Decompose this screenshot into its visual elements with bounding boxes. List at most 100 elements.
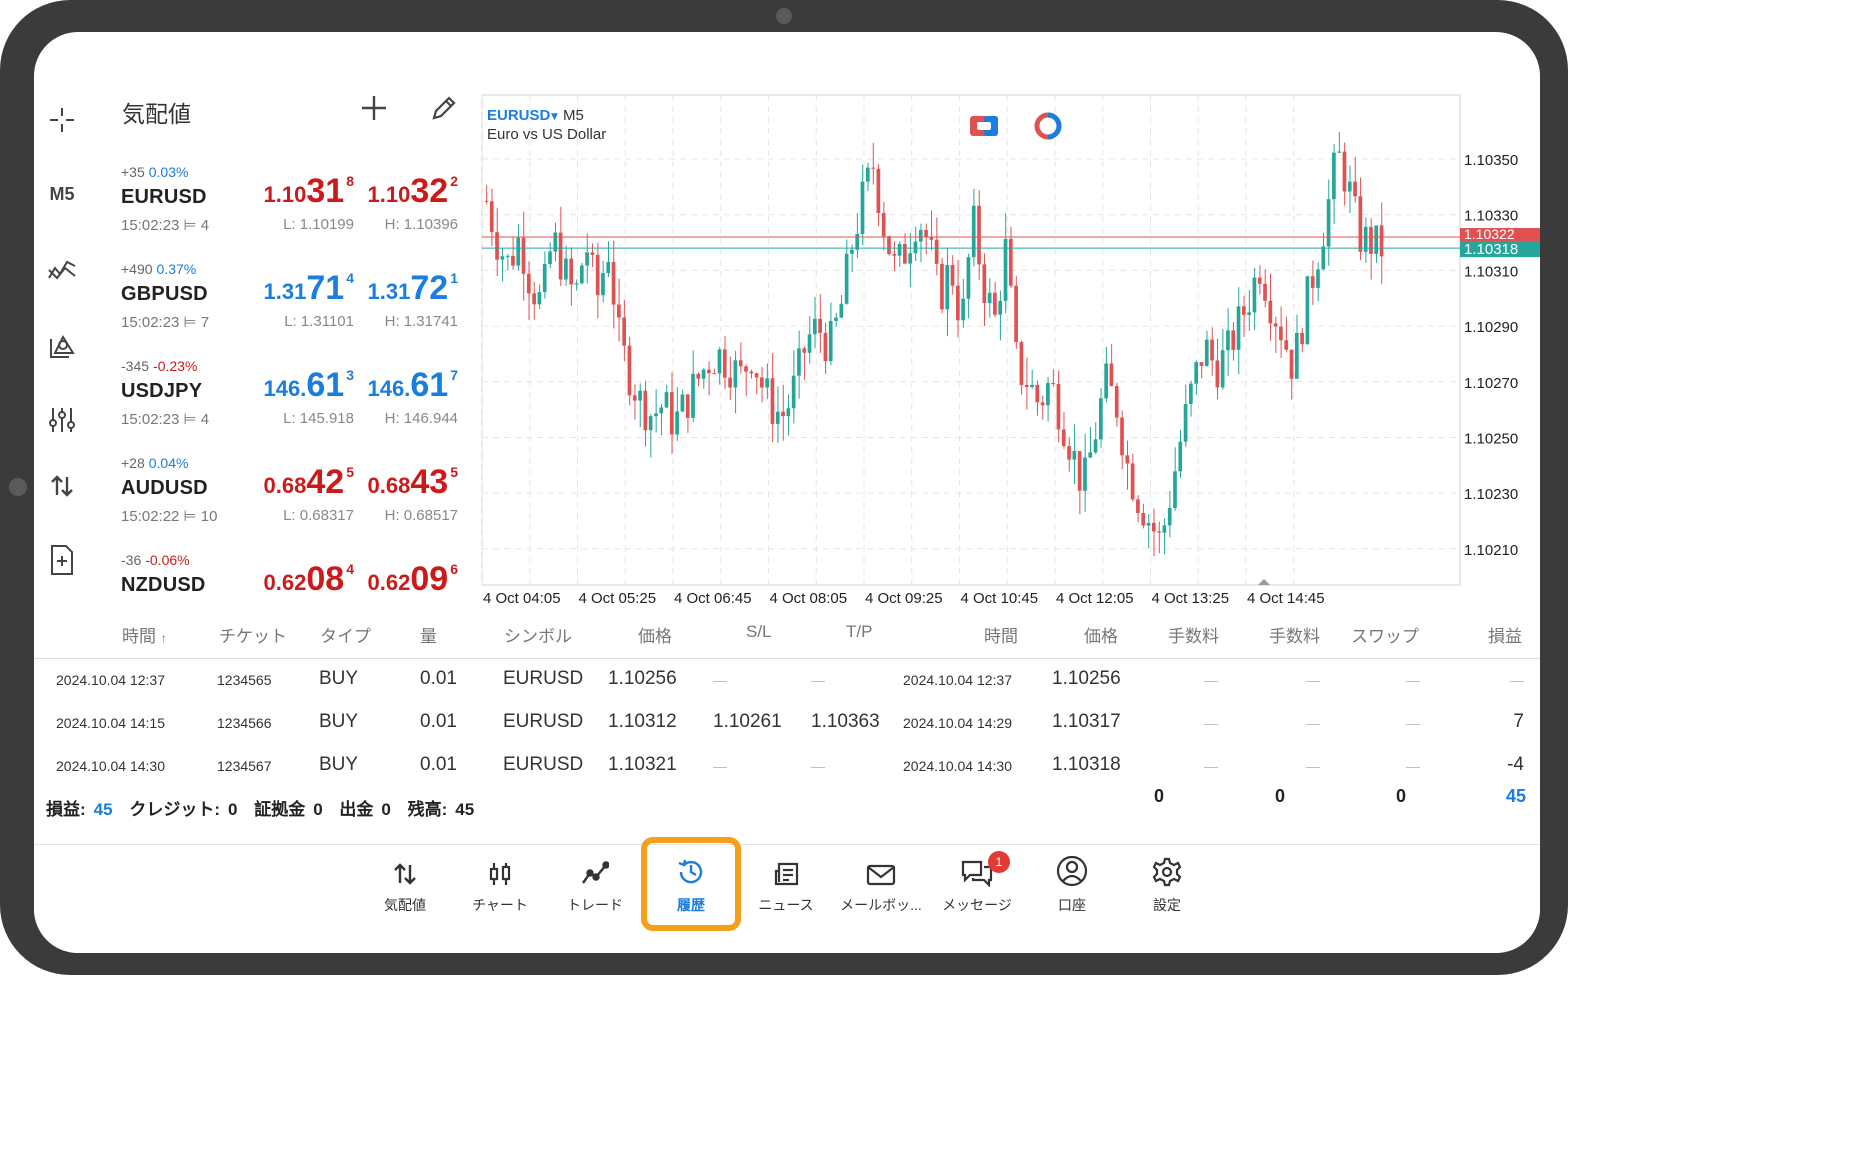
symbol-dropdown-icon[interactable]: ▼ <box>551 112 558 122</box>
change-points: -345 <box>121 358 150 374</box>
price-chart[interactable]: 1.10322 1.10318 1.10350 1.10330 1.10310 1.10… <box>480 62 1540 610</box>
candle-body <box>585 252 589 266</box>
quote-row-audusd[interactable]: +28 0.04% AUDUSD 15:02:22 ⊨ 10 0.6842 5 0.… <box>98 455 480 552</box>
candle-body <box>1088 452 1093 458</box>
nav-trade[interactable]: トレード <box>547 855 643 925</box>
chart-symbol[interactable]: EURUSD <box>487 107 551 124</box>
edit-symbols-button[interactable] <box>426 90 462 126</box>
signal-icon[interactable] <box>1034 112 1062 140</box>
candle-body <box>728 377 732 388</box>
cell-close-time: 2024.10.04 14:29 <box>903 715 1012 731</box>
spread-value: 10 <box>200 508 218 525</box>
candle-body <box>1263 283 1267 301</box>
candle-body <box>738 360 743 367</box>
candle-body <box>839 303 844 318</box>
cell-tp: — <box>811 672 825 688</box>
candle-body <box>765 378 770 388</box>
low-price: L: 1.31101 <box>284 313 354 330</box>
col-header-fee[interactable]: 手数料 <box>1269 622 1320 647</box>
candle-body <box>966 257 971 299</box>
candle-body <box>669 392 674 435</box>
quote-row-gbpusd[interactable]: +490 0.37% GBPUSD 15:02:23 ⊨ 7 1.3171 4 1.… <box>98 261 480 358</box>
col-header-type[interactable]: タイプ <box>320 622 371 647</box>
y-tick-label: 1.10310 <box>1464 263 1518 280</box>
new-order-icon[interactable] <box>42 540 82 580</box>
one-click-trading-icon[interactable] <box>970 116 998 136</box>
chart-canvas[interactable]: 1.103221.10318 1.103501.103301.103101.10… <box>480 62 1540 610</box>
quote-row-eurusd[interactable]: +35 0.03% EURUSD 15:02:23 ⊨ 4 1.1031 8 1.1… <box>98 164 480 261</box>
bid-price-pip: 4 <box>346 561 354 577</box>
spread-value: 4 <box>200 411 210 428</box>
candle-body <box>691 373 695 418</box>
quote-row-usdjpy[interactable]: -345 -0.23% USDJPY 15:02:23 ⊨ 4 146.61 3 1… <box>98 358 480 455</box>
col-header-price[interactable]: 価格 <box>638 622 672 647</box>
chart-candles <box>484 132 1384 557</box>
nav-messages[interactable]: 1 メッセージ <box>929 851 1025 925</box>
quote-change: +490 0.37% <box>121 261 196 277</box>
x-tick-label: 4 Oct 14:45 <box>1247 590 1325 607</box>
candle-body <box>1342 151 1347 192</box>
timeframe-button[interactable]: M5 <box>42 174 82 214</box>
col-header-ticket[interactable]: チケット <box>219 622 287 647</box>
col-header-tp[interactable]: T/P <box>846 622 872 642</box>
candle-body <box>1310 276 1315 288</box>
x-tick-label: 4 Oct 05:25 <box>579 590 657 607</box>
summary-withdraw-label: 出金 <box>339 800 374 819</box>
cell-ticket: 1234566 <box>217 715 272 731</box>
objects-icon[interactable] <box>42 326 82 366</box>
header-divider <box>34 658 1540 659</box>
candle-body <box>955 285 960 321</box>
crosshair-icon[interactable] <box>42 100 82 140</box>
nav-history[interactable]: 履歴 <box>643 855 739 925</box>
candle-body <box>1136 499 1140 513</box>
summary-credit-label: クレジット: <box>129 800 220 819</box>
col-header-close-price[interactable]: 価格 <box>1084 622 1118 647</box>
trade-arrows-icon[interactable] <box>42 466 82 506</box>
candle-body <box>484 200 489 202</box>
cell-ticket: 1234567 <box>217 758 272 774</box>
nav-account[interactable]: 口座 <box>1024 855 1120 925</box>
candle-body <box>1305 276 1310 345</box>
bid-price-prefix: 1.31 <box>263 279 307 304</box>
col-header-close-time[interactable]: 時間 <box>984 622 1018 647</box>
candle-body <box>1194 362 1199 384</box>
quotes-arrows-icon <box>394 863 416 885</box>
nav-news[interactable]: ニュース <box>738 855 834 925</box>
candle-body <box>987 292 992 304</box>
add-symbol-button[interactable] <box>356 90 392 126</box>
spread-value: 7 <box>200 314 210 331</box>
candle-body <box>1369 226 1373 254</box>
candle-body <box>553 232 558 252</box>
col-header-time[interactable]: 時間 ↑ <box>122 622 167 647</box>
candle-body <box>1093 439 1098 453</box>
change-percent: 0.37% <box>156 261 197 277</box>
candle-body <box>786 408 791 417</box>
ask-price-prefix: 1.10 <box>367 182 411 207</box>
quote-row-nzdusd[interactable]: -36 -0.06% NZDUSD 0.6208 4 0.6209 6 <box>98 552 480 610</box>
col-header-sl[interactable]: S/L <box>746 622 772 642</box>
change-percent: 0.04% <box>148 455 189 471</box>
trade-line-icon <box>582 861 609 884</box>
col-header-volume[interactable]: 量 <box>420 622 437 647</box>
col-header-profit[interactable]: 損益 <box>1488 622 1522 647</box>
candle-body <box>617 304 621 318</box>
candle-body <box>1284 340 1289 350</box>
nav-mailbox[interactable]: メールボッ... <box>833 855 929 925</box>
nav-quotes[interactable]: 気配値 <box>357 855 453 925</box>
candle-body <box>760 377 764 388</box>
ask-price-big: 61 <box>410 366 449 404</box>
settings-sliders-icon[interactable] <box>42 400 82 440</box>
settings-gear-icon <box>1152 857 1182 887</box>
candle-body <box>971 205 976 258</box>
plus-icon <box>362 96 386 120</box>
candle-body <box>1125 455 1130 464</box>
y-tick-label: 1.10290 <box>1464 319 1518 336</box>
col-header-time-label: 時間 <box>122 627 156 646</box>
nav-chart[interactable]: チャート <box>452 855 548 925</box>
indicators-icon[interactable] <box>42 250 82 290</box>
candle-body <box>1316 269 1320 288</box>
nav-settings[interactable]: 設定 <box>1119 855 1215 925</box>
col-header-swap[interactable]: スワップ <box>1351 622 1419 647</box>
col-header-symbol[interactable]: シンボル <box>504 622 572 647</box>
col-header-commission[interactable]: 手数料 <box>1168 622 1219 647</box>
